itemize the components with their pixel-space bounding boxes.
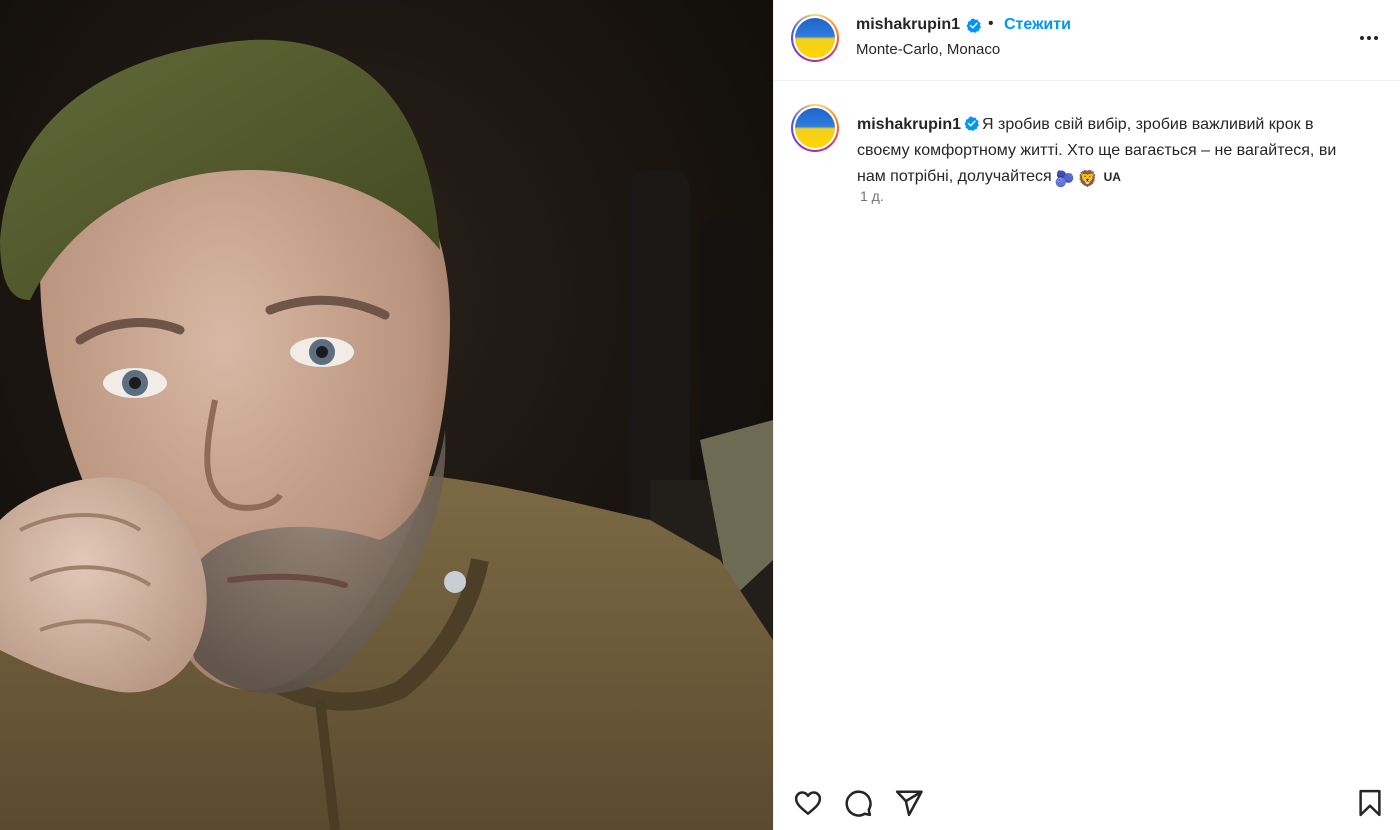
- post-location[interactable]: Monte-Carlo, Monaco: [856, 41, 1000, 58]
- caption-author-avatar[interactable]: [791, 104, 839, 152]
- emoji-lion: 🦁: [1077, 171, 1098, 188]
- verified-badge-icon: [964, 116, 980, 131]
- selfie-photo: [0, 0, 773, 830]
- avatar-frame: [793, 16, 837, 60]
- verified-badge-icon: [966, 18, 981, 33]
- separator-dot: •: [988, 15, 994, 32]
- post-header: mishakrupin1 • Стежити Monte-Carlo, Mona…: [774, 0, 1400, 81]
- emoji-blueberries: 🫐: [1054, 171, 1075, 188]
- author-username[interactable]: mishakrupin1: [856, 16, 960, 34]
- author-avatar[interactable]: [791, 14, 839, 62]
- ukraine-flag-avatar-image: [795, 18, 835, 58]
- post-timestamp[interactable]: 1 д.: [860, 188, 884, 204]
- follow-button[interactable]: Стежити: [1004, 16, 1071, 34]
- post-view: mishakrupin1 • Стежити Monte-Carlo, Mona…: [0, 0, 1400, 830]
- heart-icon[interactable]: [793, 788, 823, 818]
- caption-username[interactable]: mishakrupin1: [857, 116, 961, 133]
- more-horizontal-icon[interactable]: [1357, 26, 1381, 50]
- action-bar: [774, 774, 1400, 830]
- comment-icon[interactable]: [843, 788, 873, 818]
- caption-text: mishakrupin1 Я зробив свій вибір, зробив …: [857, 112, 1367, 193]
- ukraine-flag-avatar-image: [795, 108, 835, 148]
- bookmark-icon[interactable]: [1355, 788, 1385, 818]
- post-photo[interactable]: [0, 0, 773, 830]
- send-icon[interactable]: [894, 788, 924, 818]
- caption-ua-tag: UA: [1103, 170, 1121, 184]
- avatar-frame: [793, 106, 837, 150]
- post-details-panel: mishakrupin1 • Стежити Monte-Carlo, Mona…: [773, 0, 1400, 830]
